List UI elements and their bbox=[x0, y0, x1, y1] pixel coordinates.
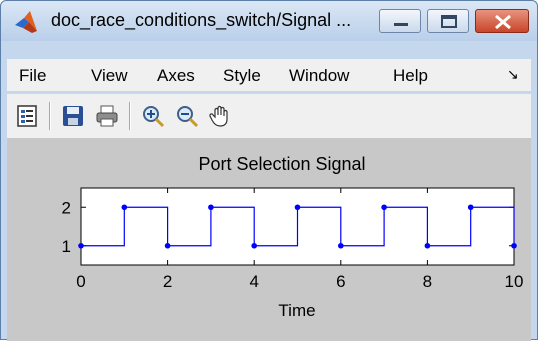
x-tick-label: 0 bbox=[76, 272, 85, 291]
toolbar bbox=[7, 93, 531, 139]
menu-help[interactable]: Help bbox=[393, 66, 428, 86]
signal-data-point bbox=[78, 242, 84, 249]
minimize-icon bbox=[394, 23, 408, 26]
signal-data-point bbox=[467, 204, 474, 211]
close-icon bbox=[495, 14, 511, 30]
zoom-out-button[interactable] bbox=[171, 100, 203, 132]
maximize-button[interactable] bbox=[427, 9, 469, 33]
matlab-logo-icon bbox=[15, 11, 37, 33]
x-tick-label: 6 bbox=[336, 272, 345, 291]
x-tick-label: 2 bbox=[163, 272, 172, 291]
save-button[interactable] bbox=[57, 100, 89, 132]
signal-data-point bbox=[424, 242, 431, 249]
print-icon bbox=[96, 105, 118, 127]
toolbar-separator bbox=[49, 102, 51, 130]
title-bar[interactable]: doc_race_conditions_switch/Signal ... bbox=[1, 1, 537, 41]
menu-bar: File View Axes Style Window Help ↘ bbox=[7, 59, 531, 91]
x-tick-label: 8 bbox=[423, 272, 432, 291]
maximize-icon bbox=[441, 15, 457, 28]
chart-title: Port Selection Signal bbox=[198, 154, 365, 174]
zoom-out-icon bbox=[177, 106, 199, 128]
signal-data-point bbox=[294, 204, 301, 211]
print-button[interactable] bbox=[91, 100, 123, 132]
signal-data-point bbox=[381, 204, 387, 211]
y-tick-label: 1 bbox=[62, 237, 71, 256]
step-chart: Port Selection Signal 0 2 4 6 8 1012 Time bbox=[62, 154, 524, 320]
y-tick-label: 2 bbox=[62, 198, 71, 217]
figure-plot-area: Port Selection Signal 0 2 4 6 8 10 1 2 Time bbox=[7, 139, 531, 341]
signal-data-point bbox=[208, 204, 214, 211]
menu-dock-arrow-icon[interactable]: ↘ bbox=[507, 66, 519, 83]
close-button[interactable] bbox=[475, 9, 529, 33]
signal-data-point bbox=[511, 242, 517, 249]
pan-button[interactable] bbox=[205, 100, 237, 132]
x-tick-label: 4 bbox=[249, 272, 258, 291]
save-icon bbox=[63, 106, 83, 126]
zoom-in-button[interactable] bbox=[137, 100, 169, 132]
signal-data-point bbox=[164, 242, 171, 249]
menu-file[interactable]: File bbox=[19, 66, 46, 86]
window-title: doc_race_conditions_switch/Signal ... bbox=[51, 10, 352, 30]
minimize-button[interactable] bbox=[379, 9, 421, 33]
pan-hand-icon bbox=[209, 105, 228, 127]
x-axis-label: Time bbox=[278, 301, 315, 320]
menu-axes[interactable]: Axes bbox=[157, 66, 195, 86]
figure-window: doc_race_conditions_switch/Signal ... Fi… bbox=[0, 0, 538, 341]
menu-style[interactable]: Style bbox=[223, 66, 261, 86]
zoom-in-icon bbox=[143, 106, 165, 128]
menu-window[interactable]: Window bbox=[289, 66, 349, 86]
menu-view[interactable]: View bbox=[91, 66, 128, 86]
properties-button[interactable] bbox=[11, 100, 43, 132]
signal-data-point bbox=[251, 242, 257, 249]
toolbar-separator bbox=[129, 102, 131, 130]
signal-data-point bbox=[338, 242, 344, 249]
x-tick-label: 10 bbox=[505, 272, 524, 291]
signal-data-point bbox=[121, 204, 128, 211]
properties-icon bbox=[17, 105, 37, 127]
